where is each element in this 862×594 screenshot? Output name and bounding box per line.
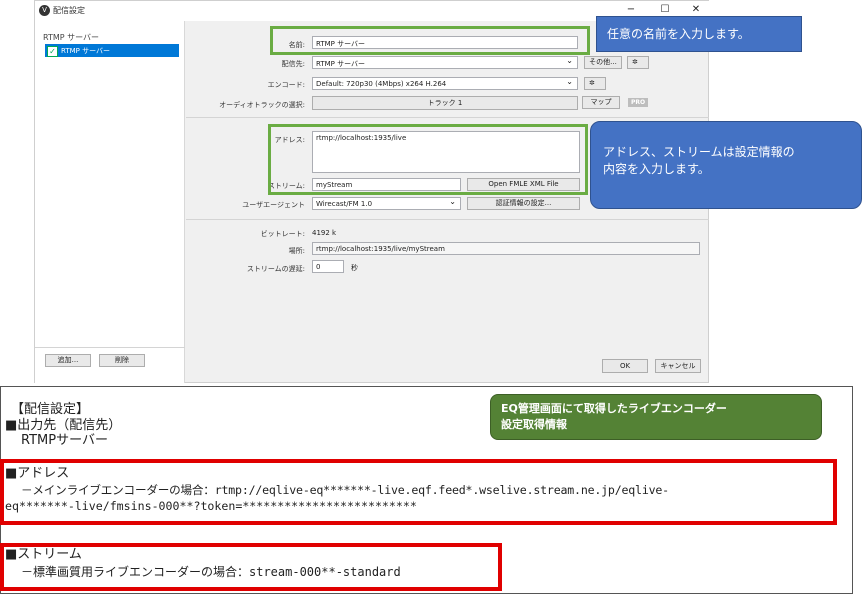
- sidebar: RTMP サーバー ✓ RTMP サーバー 追加... 削除: [35, 21, 185, 383]
- eq-info-box: EQ管理画面にて取得したライブエンコーダー 設定取得情報: [490, 394, 822, 440]
- other-button[interactable]: その他...: [584, 56, 622, 69]
- location-label: 場所:: [288, 247, 305, 255]
- maximize-icon[interactable]: ☐: [654, 3, 676, 17]
- auth-settings-button[interactable]: 認証情報の設定...: [467, 197, 580, 210]
- bitrate-label: ビットレート:: [260, 230, 305, 238]
- delay-unit: 秒: [351, 264, 358, 272]
- gear-icon[interactable]: ✲: [584, 77, 606, 90]
- close-icon[interactable]: ✕: [685, 3, 707, 17]
- name-callout: 任意の名前を入力します。: [596, 16, 802, 52]
- gear-icon[interactable]: ✲: [627, 56, 649, 69]
- app-icon: V: [39, 5, 50, 16]
- sidebar-item-rtmp-server[interactable]: ✓ RTMP サーバー: [45, 44, 179, 57]
- eq-line-1: EQ管理画面にて取得したライブエンコーダー: [501, 402, 727, 415]
- delay-field[interactable]: 0: [312, 260, 344, 273]
- sidebar-group-label: RTMP サーバー: [43, 33, 100, 42]
- location-field: rtmp://localhost:1935/live/myStream: [312, 242, 700, 255]
- user-agent-select[interactable]: Wirecast/FM 1.0: [312, 197, 461, 210]
- ok-button[interactable]: OK: [602, 359, 648, 373]
- address-stream-highlight-box: [268, 124, 588, 195]
- dest-title: ■出力先（配信先）: [5, 418, 122, 433]
- dest-value: RTMPサーバー: [21, 433, 108, 448]
- divider: [186, 117, 709, 118]
- destination-select[interactable]: RTMP サーバー: [312, 56, 578, 69]
- encode-select[interactable]: Default: 720p30 (4Mbps) x264 H.264: [312, 77, 578, 90]
- user-agent-label: ユーザエージェント: [242, 201, 305, 209]
- audio-track-button[interactable]: トラック 1: [312, 96, 578, 110]
- map-button[interactable]: マップ: [582, 96, 620, 109]
- audio-track-label: オーディオトラックの選択:: [219, 101, 305, 109]
- minimize-icon[interactable]: −: [620, 3, 642, 17]
- bitrate-value: 4192 k: [312, 229, 337, 237]
- checkbox-icon[interactable]: ✓: [47, 46, 58, 57]
- remove-button[interactable]: 削除: [99, 354, 145, 367]
- sidebar-item-label: RTMP サーバー: [61, 47, 111, 55]
- window-title: 配信設定: [53, 6, 85, 15]
- cancel-button[interactable]: キャンセル: [655, 359, 701, 373]
- encode-label: エンコード:: [267, 81, 305, 89]
- address-line-1: －メインライブエンコーダーの場合：rtmp://eqlive-eq*******…: [21, 483, 669, 497]
- stream-line: －標準画質用ライブエンコーダーの場合：stream-000**-standard: [21, 565, 401, 579]
- callout-line-1: アドレス、ストリームは設定情報の: [603, 145, 795, 159]
- name-highlight-box: [270, 26, 590, 55]
- stream-title: ■ストリーム: [5, 547, 82, 562]
- address-line-2: eq*******-live/fmsins-000**?token=******…: [5, 499, 417, 513]
- sidebar-divider: [35, 347, 185, 348]
- callout-line-2: 内容を入力します。: [603, 162, 710, 176]
- eq-line-2: 設定取得情報: [501, 418, 567, 431]
- settings-doc: 【配信設定】 ■出力先（配信先） RTMPサーバー EQ管理画面にて取得したライ…: [0, 386, 853, 594]
- doc-heading: 【配信設定】: [11, 402, 90, 417]
- pro-badge: PRO: [628, 98, 648, 107]
- divider: [186, 219, 709, 220]
- delay-label: ストリームの遅延:: [246, 265, 305, 273]
- address-title: ■アドレス: [5, 466, 70, 481]
- add-button[interactable]: 追加...: [45, 354, 91, 367]
- address-callout: アドレス、ストリームは設定情報の 内容を入力します。: [590, 121, 862, 209]
- destination-label: 配信先:: [281, 60, 305, 68]
